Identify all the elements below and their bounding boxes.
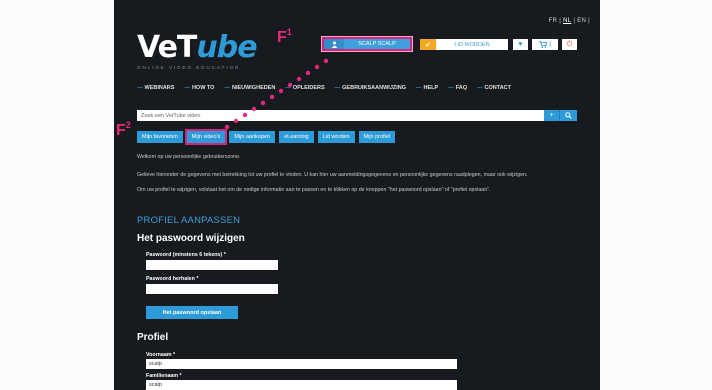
first-name-label: Voornaam * (146, 352, 176, 358)
password-repeat-label: Paswoord herhalen * (146, 276, 199, 282)
intro-text-2: Om uw profiel te wijzigen, volstaat het … (137, 187, 491, 193)
page: FR | NL | EN | VeTube ONLINE VIDEO EDUCATION … (0, 0, 712, 390)
password-repeat-field[interactable] (146, 284, 278, 294)
first-name-field[interactable] (146, 359, 457, 369)
password-label: Paswoord (minstens 6 tekens) * (146, 252, 226, 258)
welcome-text: Welkom op uw persoonlijke gebruikerszone… (137, 154, 241, 160)
profile-edit-title: PROFIEL AANPASSEN (137, 215, 241, 226)
annotation-dotted-line (224, 58, 329, 130)
last-name-label: Familienaam * (146, 373, 182, 379)
last-name-field[interactable] (146, 380, 457, 390)
profile-heading: Profiel (137, 332, 169, 343)
intro-text-1: Gelieve hieronder de gegevens met betrek… (137, 172, 528, 178)
save-password-button[interactable]: Het paswoord opslaan (146, 306, 238, 319)
password-heading: Het paswoord wijzigen (137, 233, 245, 244)
password-field[interactable] (146, 260, 278, 270)
